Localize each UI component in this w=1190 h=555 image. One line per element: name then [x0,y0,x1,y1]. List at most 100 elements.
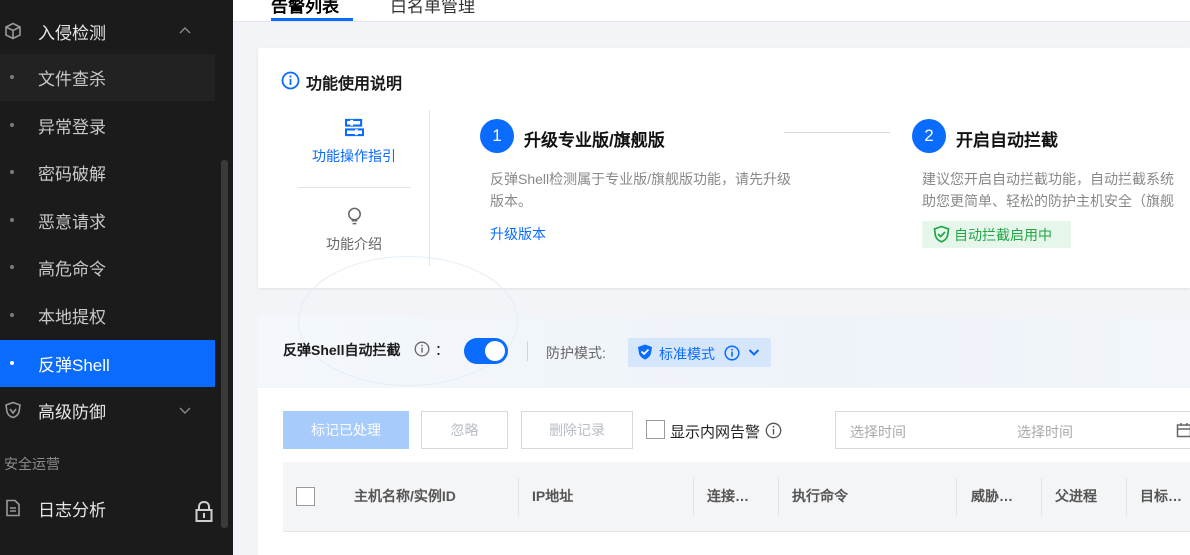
step-2-desc: 建议您开启自动拦截功能，自动拦截系统 [922,171,1174,187]
sidebar-scrollbar[interactable] [221,160,228,528]
usage-guide-title: 功能使用说明 [306,76,403,93]
protection-mode-select[interactable]: 标准模式 [628,338,771,367]
active-tab-indicator [271,18,353,21]
sidebar-item-local-privilege-escalation[interactable]: 本地提权 [0,292,215,339]
step-1-badge: 1 [480,119,514,153]
guide-side-item-intro[interactable]: 功能介绍 [298,204,410,256]
date-end-input[interactable]: 选择时间 [1017,422,1073,442]
sidebar-item-label: 日志分析 [38,500,106,520]
decorative-circle [298,256,518,386]
mark-processed-button[interactable]: 标记已处理 [283,411,409,449]
info-icon[interactable] [765,422,782,439]
chevron-down-icon [179,407,191,414]
step-2-title: 开启自动拦截 [956,131,1058,150]
column-divider [956,478,957,516]
tab-alert-list[interactable]: 告警列表 [271,0,339,17]
column-divider [518,478,519,516]
sidebar-item-malicious-request[interactable]: 恶意请求 [0,197,215,244]
auto-block-status-badge: 自动拦截启用中 [922,221,1071,248]
sidebar-item-label: 本地提权 [38,308,106,327]
column-connection[interactable]: 连接… [707,486,749,506]
calendar-icon [1176,423,1190,438]
bullet-icon [10,170,14,174]
delete-records-button[interactable]: 删除记录 [521,411,633,449]
table-header: 主机名称/实例ID IP地址 连接… 执行命令 威胁… 父进程 目标… [283,462,1190,532]
column-ip-address[interactable]: IP地址 [532,486,573,506]
lightbulb-icon [348,207,361,225]
info-icon[interactable] [724,345,740,361]
column-target[interactable]: 目标… [1140,486,1182,506]
column-divider [693,478,694,516]
sidebar-item-label: 高危命令 [38,260,106,279]
alert-list-panel: 标记已处理 忽略 删除记录 显示内网告警 选择时间 选择时间 主机名称/实例ID… [258,388,1190,555]
chevron-down-icon [748,349,760,356]
sidebar-item-label: 文件查杀 [38,70,106,89]
column-divider [1041,478,1042,516]
shield-check-icon [638,344,652,360]
divider [527,341,528,361]
document-icon [6,499,20,517]
auto-block-settings-bar: 反弹Shell自动拦截 ： 防护模式: 标准模式 [258,256,1190,387]
sidebar-group-advanced-defense[interactable]: 高级防御 [0,386,215,434]
tab-bar: 告警列表 白名单管理 [233,0,1190,22]
bullet-icon [10,265,14,269]
guide-side-label: 功能介绍 [326,236,382,252]
step-2-badge: 2 [912,119,946,153]
date-range-picker[interactable]: 选择时间 选择时间 [835,411,1190,449]
sidebar-item-reverse-shell[interactable]: 反弹Shell [0,340,215,387]
bullet-icon [10,313,14,317]
select-all-checkbox[interactable] [296,487,315,506]
sidebar-item-label: 密码破解 [38,165,106,184]
guide-side-item-operation[interactable]: 功能操作指引 [298,116,410,168]
usage-guide-card: 功能使用说明 功能操作指引 功能介绍 1 升级专业版/旗舰版 反弹Shell检测… [258,48,1190,288]
label-colon: ： [435,342,449,358]
guide-side-label: 功能操作指引 [312,148,396,164]
info-icon [281,71,300,90]
info-icon[interactable] [414,341,430,357]
step-connector [784,132,890,133]
step-2-desc-cont: 助您更简单、轻松的防护主机安全（旗舰 [922,193,1174,209]
cube-icon [5,22,21,40]
sidebar-item-log-analysis[interactable]: 日志分析 [0,484,215,532]
sidebar-item-file-scan[interactable]: 文件查杀 [0,54,215,101]
steps-icon [345,118,364,137]
shield-icon [5,401,21,419]
auto-block-status-text: 自动拦截启用中 [954,226,1052,243]
date-start-input[interactable]: 选择时间 [850,422,906,442]
bullet-icon [10,361,14,365]
show-intranet-checkbox[interactable] [646,420,665,439]
column-host-name[interactable]: 主机名称/实例ID [354,486,456,506]
column-divider [778,478,779,516]
bullet-icon [10,218,14,222]
chevron-up-icon [179,27,191,34]
column-command[interactable]: 执行命令 [792,486,848,506]
sidebar-item-password-crack[interactable]: 密码破解 [0,149,215,196]
sidebar-item-label: 恶意请求 [38,213,106,232]
upgrade-version-link[interactable]: 升级版本 [490,224,546,244]
divider [429,110,430,266]
show-intranet-label: 显示内网告警 [670,424,761,441]
sidebar-item-abnormal-login[interactable]: 异常登录 [0,102,215,149]
column-threat[interactable]: 威胁… [971,486,1013,506]
auto-block-label: 反弹Shell自动拦截 [283,342,401,358]
column-divider [1126,478,1127,516]
auto-block-toggle[interactable] [464,338,508,364]
shield-check-icon [933,225,950,243]
sidebar-item-high-risk-command[interactable]: 高危命令 [0,244,215,291]
column-parent-process[interactable]: 父进程 [1055,486,1097,506]
tab-whitelist[interactable]: 白名单管理 [390,0,475,17]
step-1-title: 升级专业版/旗舰版 [524,131,665,150]
divider [298,187,410,188]
lock-icon [195,500,213,522]
toggle-knob [485,341,505,361]
step-1-desc: 反弹Shell检测属于专业版/旗舰版功能，请先升级 [490,171,792,187]
sidebar-group-intrusion-detection[interactable]: 入侵检测 [0,7,215,55]
bullet-icon [10,75,14,79]
sidebar-item-label: 异常登录 [38,118,106,137]
sidebar-group-label: 入侵检测 [38,23,106,43]
sidebar: 入侵检测 文件查杀 异常登录 密码破解 恶意请求 高危命令 本地提权 反弹She… [0,0,233,555]
sidebar-group-label: 高级防御 [38,402,106,422]
protection-mode-label: 防护模式: [546,345,606,361]
ignore-button[interactable]: 忽略 [421,411,508,449]
sidebar-item-label: 反弹Shell [38,356,110,375]
